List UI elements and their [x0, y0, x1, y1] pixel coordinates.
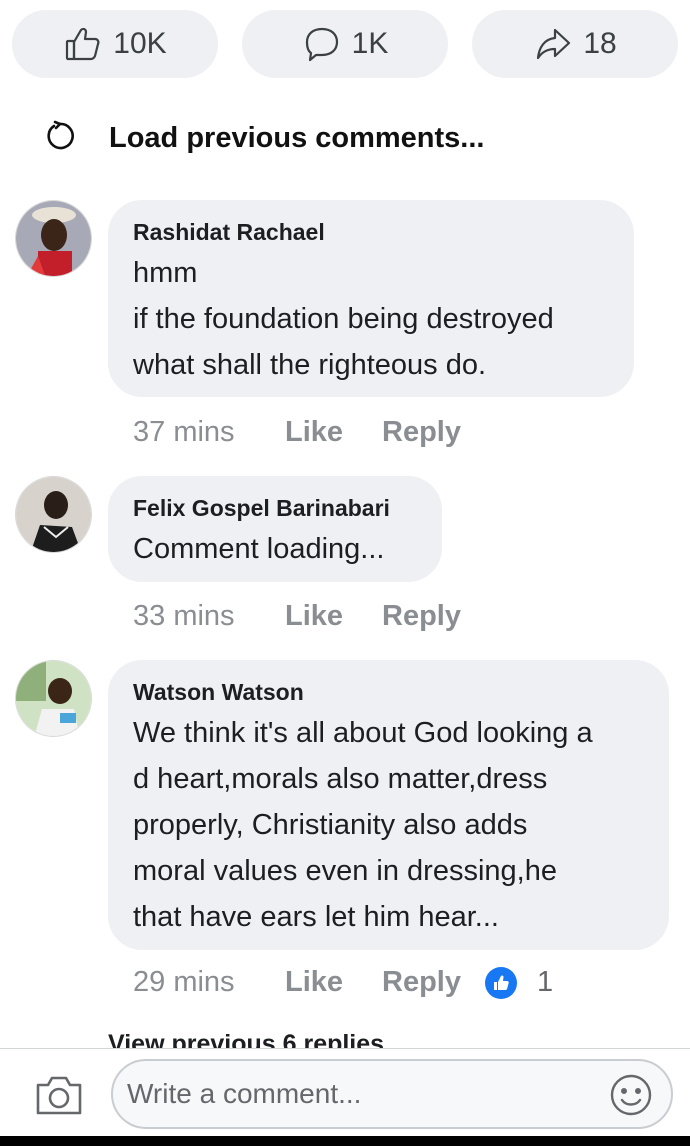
comment-meta: 29 mins Like Reply 1: [133, 966, 553, 999]
reaction-summary[interactable]: 1: [484, 966, 554, 999]
comment-input-container[interactable]: [111, 1059, 673, 1129]
comment-text: if the foundation being destroyed: [133, 303, 554, 335]
comment-time: 37 mins: [133, 416, 235, 448]
like-link[interactable]: Like: [285, 416, 382, 449]
speech-bubble-icon: [305, 27, 338, 62]
comment-input[interactable]: [127, 1078, 597, 1110]
comment-text: that have ears let him hear...: [133, 901, 499, 933]
avatar[interactable]: [15, 476, 92, 553]
comment-text: moral values even in dressing,he: [133, 855, 557, 887]
reply-link[interactable]: Reply: [382, 966, 461, 999]
system-navigation-bar: [0, 1136, 690, 1146]
comment-count-button[interactable]: 1K: [242, 10, 448, 78]
comment-count: 1K: [351, 27, 389, 60]
comment-bubble: Felix Gospel Barinabari Comment loading.…: [108, 476, 442, 582]
comment-composer: [0, 1048, 690, 1136]
comment-author[interactable]: Rashidat Rachael: [133, 218, 610, 246]
like-count-button[interactable]: 10K: [12, 10, 218, 78]
comment-meta: 37 mins Like Reply: [133, 416, 461, 449]
reply-link[interactable]: Reply: [382, 416, 461, 449]
avatar[interactable]: [15, 660, 92, 737]
comment-author[interactable]: Felix Gospel Barinabari: [133, 494, 418, 522]
reaction-bar: 10K 1K 18: [12, 10, 678, 78]
share-arrow-icon: [537, 28, 571, 60]
comment-text: hmm: [133, 257, 198, 289]
share-count: 18: [583, 27, 617, 60]
comments-screen: 10K 1K 18 Load previous comments... Rash…: [0, 0, 690, 1146]
reaction-count: 1: [536, 966, 554, 998]
like-reaction-icon: [484, 966, 517, 999]
load-previous-comments[interactable]: Load previous comments...: [44, 120, 484, 154]
camera-icon[interactable]: [34, 1073, 84, 1117]
reload-icon: [47, 120, 74, 150]
avatar[interactable]: [15, 200, 92, 277]
share-count-button[interactable]: 18: [472, 10, 678, 78]
comment-text: d heart,morals also matter,dress: [133, 763, 548, 795]
comment-meta: 33 mins Like Reply: [133, 600, 461, 633]
comment-author[interactable]: Watson Watson: [133, 678, 645, 706]
comment-text: We think it's all about God looking a: [133, 717, 593, 749]
comment-time: 33 mins: [133, 600, 235, 632]
comment-text: what shall the righteous do.: [133, 349, 487, 381]
comment-text: Comment loading...: [133, 533, 385, 565]
like-link[interactable]: Like: [285, 600, 382, 633]
smiley-icon[interactable]: [609, 1073, 653, 1117]
thumbs-up-icon: [66, 27, 100, 61]
load-previous-label: Load previous comments...: [109, 122, 485, 154]
comment-bubble: Rashidat Rachael hmm if the foundation b…: [108, 200, 634, 397]
reply-link[interactable]: Reply: [382, 600, 461, 633]
like-count: 10K: [113, 27, 167, 60]
comment-time: 29 mins: [133, 966, 235, 998]
comment-text: properly, Christianity also adds: [133, 809, 528, 841]
like-link[interactable]: Like: [285, 966, 382, 999]
comment-bubble: Watson Watson We think it's all about Go…: [108, 660, 669, 950]
